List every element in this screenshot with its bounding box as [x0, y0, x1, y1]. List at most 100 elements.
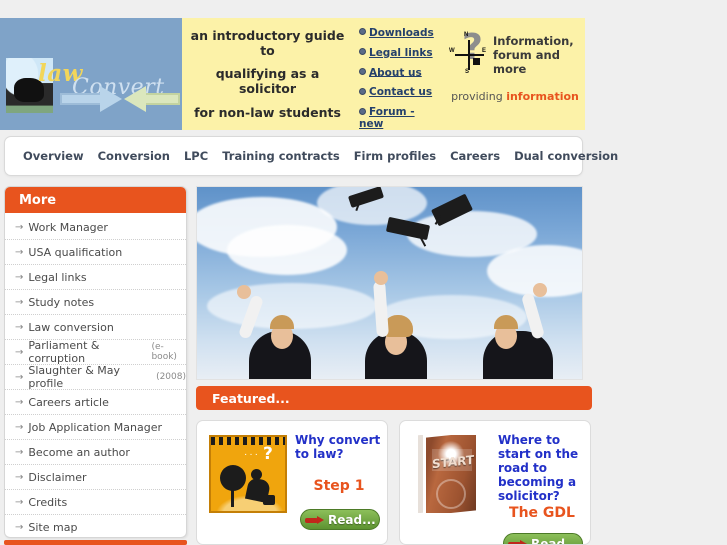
read-button[interactable]: Read... [300, 509, 380, 530]
red-arrow-icon [305, 515, 325, 524]
header-link-label: About us [369, 66, 422, 79]
header-link-legal-links[interactable]: Legal links [359, 46, 447, 59]
tagline-line-3: for non-law students [194, 104, 341, 120]
sidebar-item-study-notes[interactable]: → Study notes [5, 290, 186, 315]
arrow-bullet-icon: → [15, 371, 24, 383]
sidebar-item-usa-qualification[interactable]: → USA qualification [5, 240, 186, 265]
sidebar-item-label: Credits [28, 495, 68, 509]
providing-prefix: providing [451, 90, 507, 103]
card-title: Why convert to law? [295, 433, 381, 461]
red-arrow-icon [508, 539, 528, 544]
sidebar-item-disclaimer[interactable]: → Disclaimer [5, 465, 186, 490]
sidebar-item-credits[interactable]: → Credits [5, 490, 186, 515]
nav-item-conversion[interactable]: Conversion [98, 149, 170, 163]
sidebar-item-slaughter-may-profile[interactable]: → Slaughter & May profile (2008) [5, 364, 186, 390]
site-header: law Convert an introductory guide to qua… [0, 18, 585, 130]
arrow-bullet-icon: → [15, 496, 24, 508]
sidebar-item-label: Parliament & corruption [28, 339, 100, 365]
sidebar-item-parliament-corruption[interactable]: → Parliament & corruption (e-book) [5, 339, 186, 365]
sidebar-item-label: USA qualification [28, 245, 123, 259]
header-link-forum[interactable]: Forum - new [359, 105, 447, 130]
why-convert-thumbnail: ··· ? [209, 435, 287, 513]
featured-card-why-convert[interactable]: ··· ? Why convert to law? Step 1 Read... [196, 420, 388, 545]
arrow-bullet-icon: → [15, 296, 24, 308]
card-title: Where to start on the road to becoming a… [498, 433, 579, 503]
header-links: Downloads Legal links About us Contact u… [353, 18, 447, 130]
card-subtitle: Step 1 [313, 478, 365, 494]
bullet-icon [359, 107, 366, 115]
sidebar: More → Work Manager → USA qualification → L… [4, 186, 187, 538]
header-info-block: ? NSWE Information, forum and more provi… [447, 18, 585, 130]
arrow-bullet-icon: → [15, 271, 24, 283]
arrow-bullet-icon: → [15, 321, 24, 333]
featured-card-where-to-start[interactable]: START Where to start on the road to beco… [399, 420, 591, 545]
sidebar-item-become-an-author[interactable]: → Become an author [5, 440, 186, 465]
sidebar-item-work-manager[interactable]: → Work Manager [5, 215, 186, 240]
header-link-contact-us[interactable]: Contact us [359, 85, 447, 98]
arrow-bullet-icon: → [15, 446, 24, 458]
sidebar-item-sub: (2008) [156, 372, 186, 382]
header-link-downloads[interactable]: Downloads [359, 26, 447, 39]
nav-item-lpc[interactable]: LPC [184, 149, 208, 163]
arrow-bullet-icon: → [15, 471, 24, 483]
header-link-label: Downloads [369, 26, 434, 39]
header-info-text: Information, forum and more [493, 34, 574, 76]
featured-cards: ··· ? Why convert to law? Step 1 Read...… [196, 420, 592, 545]
nav-item-overview[interactable]: Overview [23, 149, 84, 163]
header-link-label-second-line: new [359, 118, 384, 131]
read-button[interactable]: Read... [503, 533, 583, 545]
nav-item-firm-profiles[interactable]: Firm profiles [354, 149, 436, 163]
arrow-bullet-icon: → [15, 396, 24, 408]
sidebar-item-label: Study notes [28, 295, 95, 309]
providing-highlight: information [506, 90, 579, 103]
site-tagline: an introductory guide to qualifying as a… [182, 18, 353, 130]
start-door-thumbnail: START [412, 435, 490, 513]
featured-section-header: Featured... [196, 386, 592, 410]
sidebar-item-label: Disclaimer [28, 470, 87, 484]
blue-right-arrow-icon [60, 86, 122, 112]
sidebar-list: → Work Manager → USA qualification → Legal … [5, 213, 186, 539]
arrow-bullet-icon: → [15, 346, 24, 358]
nav-item-careers[interactable]: Careers [450, 149, 500, 163]
sidebar-item-label: Work Manager [28, 220, 108, 234]
tagline-line-1: an introductory guide to [190, 28, 345, 59]
read-button-label: Read... [531, 536, 579, 545]
header-link-label: Legal links [369, 46, 433, 59]
arrow-bullet-icon: → [15, 421, 24, 433]
card-subtitle: The GDL [509, 505, 575, 521]
sidebar-item-law-conversion[interactable]: → Law conversion [5, 315, 186, 340]
sidebar-item-label: Slaughter & May profile [28, 364, 121, 390]
sidebar-item-legal-links[interactable]: → Legal links [5, 265, 186, 290]
bullet-icon [359, 67, 366, 75]
sidebar-item-label: Law conversion [28, 320, 114, 334]
header-link-about-us[interactable]: About us [359, 66, 447, 79]
sidebar-item-label: Become an author [28, 445, 130, 459]
read-button-label: Read... [328, 512, 376, 527]
site-logo[interactable]: law Convert [0, 18, 182, 130]
bullet-icon [359, 48, 366, 56]
sidebar-item-sub: (e-book) [151, 342, 177, 362]
nav-item-dual-conversion[interactable]: Dual conversion [514, 149, 618, 163]
sidebar-item-careers-article[interactable]: → Careers article [5, 390, 186, 415]
arrow-bullet-icon: → [15, 246, 24, 258]
sidebar-item-label: Careers article [28, 395, 109, 409]
green-left-arrow-icon [124, 86, 180, 112]
sidebar-item-label: Legal links [28, 270, 87, 284]
sidebar-item-label: Job Application Manager [28, 420, 163, 434]
header-link-label: Contact us [369, 86, 433, 99]
sidebar-item-site-map[interactable]: → Site map [5, 515, 186, 539]
header-providing-line: providing information [451, 90, 579, 103]
header-link-label: Forum - [369, 106, 415, 119]
sidebar-item-label: Site map [28, 520, 78, 534]
bullet-icon [359, 87, 366, 95]
bullet-icon [359, 28, 366, 36]
hero-graduation-image [196, 186, 583, 380]
arrow-bullet-icon: → [15, 521, 24, 533]
compass-question-icon: ? NSWE [449, 27, 487, 76]
sidebar-bottom-bar [4, 540, 187, 545]
nav-item-training-contracts[interactable]: Training contracts [222, 149, 340, 163]
sidebar-title: More [5, 187, 186, 213]
arrow-bullet-icon: → [15, 221, 24, 233]
main-navigation: Overview Conversion LPC Training contrac… [4, 136, 618, 176]
sidebar-item-job-application-manager[interactable]: → Job Application Manager [5, 415, 186, 440]
